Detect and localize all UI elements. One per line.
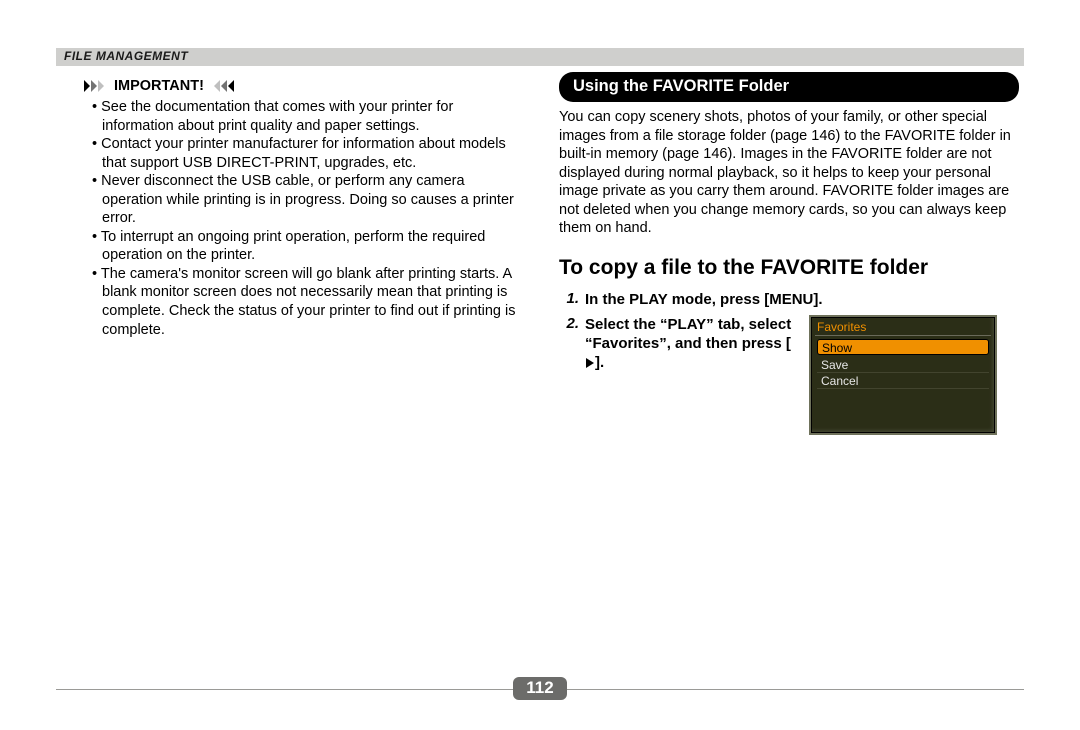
page-number-badge: 112 — [513, 677, 567, 700]
right-triangle-icon — [585, 354, 595, 373]
camera-menu-item: Cancel — [817, 373, 989, 389]
right-column: Using the FAVORITE Folder You can copy s… — [559, 72, 1024, 674]
step-with-figure: Select the “PLAY” tab, select “Favorites… — [585, 315, 997, 435]
important-item: The camera's monitor screen will go blan… — [102, 265, 521, 339]
camera-menu-item-selected: Show — [817, 339, 989, 355]
important-list: See the documentation that comes with yo… — [56, 98, 521, 339]
breadcrumb: File Management — [64, 49, 188, 63]
important-heading-text: IMPORTANT! — [114, 78, 204, 94]
manual-page: File Management IMPORTANT! See the docum… — [0, 0, 1080, 730]
camera-menu-screenshot: Favorites Show Save Cancel — [809, 315, 997, 435]
procedure-heading: To copy a file to the FAVORITE folder — [559, 256, 1024, 280]
important-item: Never disconnect the USB cable, or perfo… — [102, 172, 521, 228]
important-item: To interrupt an ongoing print operation,… — [102, 228, 521, 265]
step-text-part: ]. — [595, 354, 604, 371]
chevron-right-group-icon — [84, 80, 110, 92]
step-number: 1. — [559, 290, 579, 307]
content-columns: IMPORTANT! See the documentation that co… — [56, 72, 1024, 674]
breadcrumb-bar: File Management — [56, 48, 1024, 66]
chevron-left-group-icon — [208, 80, 234, 92]
step-text-part: Select the “PLAY” tab, select “Favorites… — [585, 316, 791, 352]
important-heading: IMPORTANT! — [80, 78, 521, 94]
camera-menu-title: Favorites — [817, 320, 866, 334]
section-body: You can copy scenery shots, photos of yo… — [559, 108, 1024, 238]
left-column: IMPORTANT! See the documentation that co… — [56, 72, 521, 674]
step-text: In the PLAY mode, press [MENU]. — [585, 290, 823, 309]
important-item: See the documentation that comes with yo… — [102, 98, 521, 135]
step-row: 2. Select the “PLAY” tab, select “Favori… — [559, 315, 1024, 435]
camera-menu-item: Save — [817, 357, 989, 373]
step-row: 1. In the PLAY mode, press [MENU]. — [559, 290, 1024, 309]
important-item: Contact your printer manufacturer for in… — [102, 135, 521, 172]
camera-menu-divider — [815, 335, 991, 336]
step-number: 2. — [559, 315, 579, 332]
section-title-pill: Using the FAVORITE Folder — [559, 72, 1019, 102]
step-text: Select the “PLAY” tab, select “Favorites… — [585, 315, 795, 374]
